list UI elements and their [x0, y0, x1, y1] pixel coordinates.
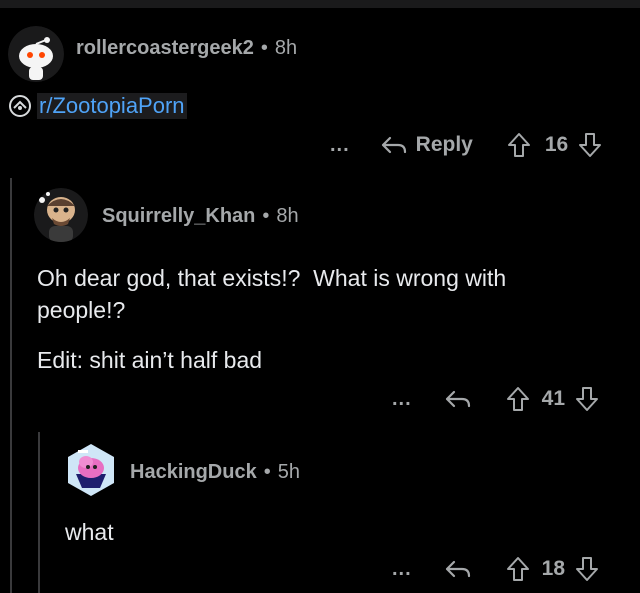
separator-dot: •: [263, 461, 271, 483]
more-options-button[interactable]: ...: [330, 134, 350, 157]
downvote-icon[interactable]: [578, 132, 602, 158]
vote-count: 18: [541, 557, 566, 580]
vote-count: 41: [541, 387, 566, 410]
reply-icon[interactable]: [444, 557, 472, 581]
timestamp: 5h: [277, 461, 300, 483]
username[interactable]: HackingDuck: [130, 461, 257, 484]
upvote-icon[interactable]: [506, 386, 530, 412]
timestamp: 8h: [274, 37, 298, 59]
comment-body-line: what: [65, 519, 114, 545]
downvote-icon[interactable]: [575, 386, 599, 412]
comment-body-line: Edit: shit ain’t half bad: [37, 347, 263, 373]
thread-line[interactable]: [38, 432, 40, 593]
ice-cream-avatar-icon: [68, 444, 114, 496]
avatar[interactable]: [62, 442, 120, 498]
comment-body-line: people!?: [37, 297, 126, 323]
reply-label: Reply: [415, 133, 473, 156]
subreddit-link[interactable]: r/ZootopiaPorn: [37, 93, 187, 119]
thread-line[interactable]: [10, 178, 12, 593]
user-avatar-icon: [34, 188, 88, 242]
timestamp: 8h: [276, 205, 299, 227]
more-options-button[interactable]: ...: [392, 388, 412, 411]
more-options-button[interactable]: ...: [392, 558, 412, 581]
top-bar: [0, 0, 640, 8]
separator-dot: •: [260, 37, 268, 59]
snoo-avatar-icon: [8, 26, 64, 82]
reply-icon: [380, 133, 408, 157]
avatar[interactable]: [8, 26, 64, 82]
upvote-icon[interactable]: [506, 556, 530, 582]
downvote-icon[interactable]: [575, 556, 599, 582]
vote-count: 16: [544, 133, 569, 156]
link-icon: [8, 94, 32, 118]
reply-icon[interactable]: [444, 387, 472, 411]
reply-button[interactable]: Reply: [380, 133, 473, 157]
upvote-icon[interactable]: [507, 132, 531, 158]
username[interactable]: rollercoastergeek2: [76, 37, 254, 60]
username[interactable]: Squirrelly_Khan: [102, 205, 255, 228]
separator-dot: •: [262, 205, 270, 227]
comment-body-line: Oh dear god, that exists!? What is wrong…: [37, 265, 507, 291]
avatar[interactable]: [34, 188, 88, 242]
